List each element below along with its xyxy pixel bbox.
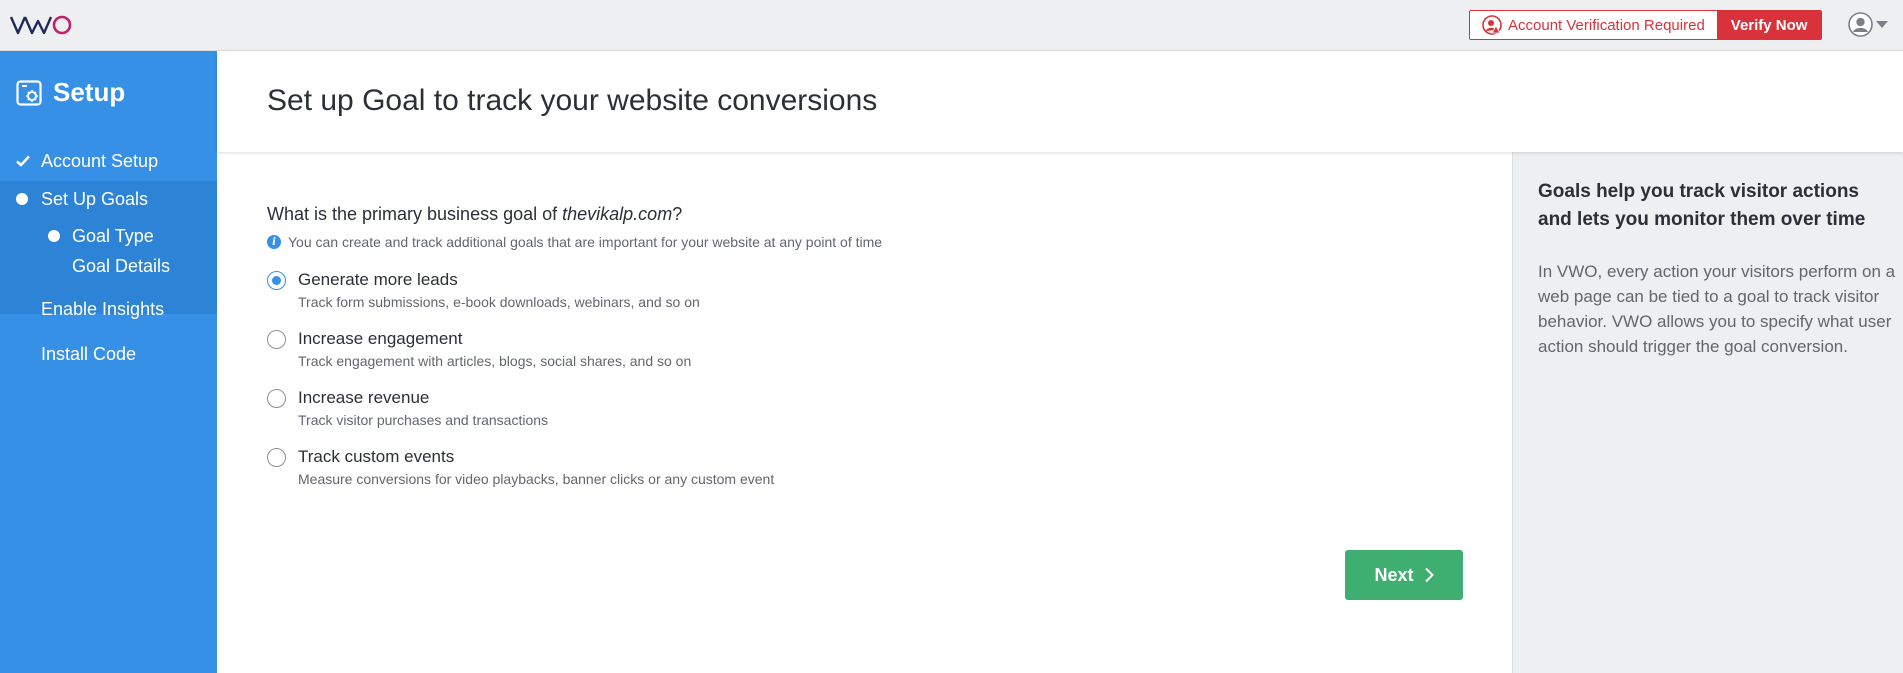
radio-button[interactable]	[267, 330, 286, 349]
website-domain: thevikalp.com	[562, 204, 673, 224]
setup-icon	[16, 79, 42, 106]
check-icon	[16, 155, 30, 167]
user-menu[interactable]	[1848, 12, 1888, 37]
option-title: Generate more leads	[298, 270, 458, 289]
option-description: Measure conversions for video playbacks,…	[298, 471, 775, 487]
option-description: Track engagement with articles, blogs, s…	[298, 353, 692, 369]
sidebar-title: Setup	[16, 77, 125, 108]
radio-button[interactable]	[267, 448, 286, 467]
chevron-right-icon	[1424, 567, 1434, 583]
vwo-logo[interactable]	[10, 12, 76, 38]
info-note: i You can create and track additional go…	[267, 234, 882, 250]
sidebar-item-label: Install Code	[41, 343, 137, 364]
option-title: Track custom events	[298, 447, 455, 466]
option-description: Track form submissions, e-book downloads…	[298, 294, 700, 310]
help-panel: Goals help you track visitor actions and…	[1512, 152, 1903, 673]
page-title: Set up Goal to track your website conver…	[267, 84, 878, 117]
sidebar-item-label: Enable Insights	[41, 298, 165, 319]
radio-button[interactable]	[267, 389, 286, 408]
next-button[interactable]: Next	[1345, 550, 1463, 600]
avatar-icon	[1848, 12, 1873, 37]
sidebar-item-enable-insights[interactable]: Enable Insights	[0, 288, 217, 330]
current-step-dot-icon	[16, 193, 28, 205]
option-title: Increase engagement	[298, 329, 463, 348]
sidebar-item-install-code[interactable]: Install Code	[0, 333, 217, 375]
help-body: In VWO, every action your visitors perfo…	[1538, 262, 1896, 356]
sidebar-item-set-up-goals[interactable]: Set Up Goals	[0, 178, 217, 220]
chevron-down-icon	[1876, 21, 1888, 28]
goal-type-form: What is the primary business goal of the…	[217, 152, 1512, 673]
info-text: You can create and track additional goal…	[288, 234, 883, 250]
sidebar-subitem-goal-details[interactable]: Goal Details	[0, 248, 217, 284]
current-substep-dot-icon	[48, 230, 60, 242]
vwo-logo-icon	[10, 15, 72, 35]
page-header: Set up Goal to track your website conver…	[217, 51, 1903, 152]
sidebar-item-label: Set Up Goals	[41, 188, 149, 209]
user-warning-icon	[1482, 15, 1502, 35]
option-title: Increase revenue	[298, 388, 430, 407]
sidebar-subitem-label: Goal Details	[72, 255, 171, 276]
verification-text: Account Verification Required	[1508, 16, 1705, 34]
verify-now-button[interactable]: Verify Now	[1716, 11, 1822, 39]
question-text: What is the primary business goal of	[267, 204, 563, 224]
next-button-label: Next	[1374, 564, 1414, 585]
sidebar-item-label: Account Setup	[41, 150, 159, 171]
option-description: Track visitor purchases and transactions	[298, 412, 549, 428]
account-verification-notice[interactable]: Account Verification Required	[1470, 11, 1717, 39]
radio-button-selected[interactable]	[267, 271, 286, 290]
question-mark: ?	[672, 204, 683, 224]
sidebar-subitem-label: Goal Type	[72, 225, 154, 246]
top-bar: Account Verification Required Verify Now	[0, 0, 1903, 51]
account-verification-banner: Account Verification Required Verify Now	[1469, 10, 1823, 40]
setup-sidebar: Setup Account Setup Set Up Goals Goal Ty…	[0, 51, 217, 673]
sidebar-title-text: Setup	[53, 77, 126, 107]
help-title: Goals help you track visitor actions and…	[1538, 181, 1866, 230]
sidebar-item-account-setup[interactable]: Account Setup	[0, 140, 217, 182]
business-goal-question: What is the primary business goal of the…	[267, 204, 682, 225]
info-icon: i	[267, 235, 281, 249]
